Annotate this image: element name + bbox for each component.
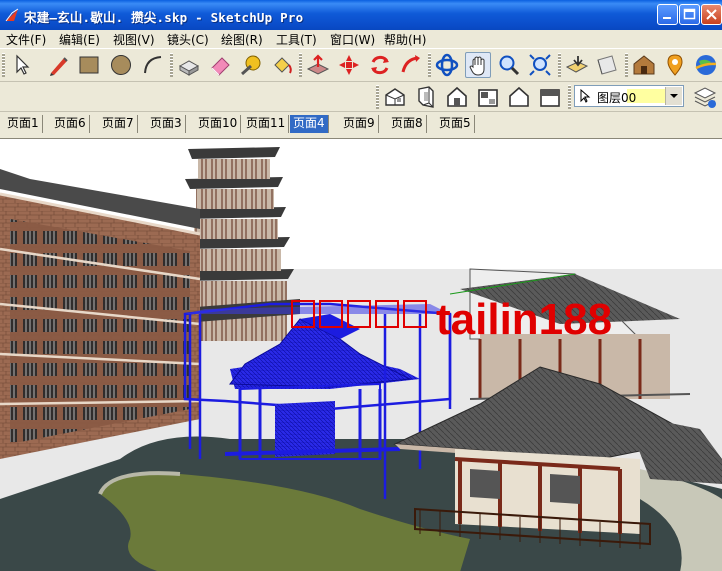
- sketchup-app-icon[interactable]: [4, 7, 20, 23]
- toolbar-grip[interactable]: [428, 53, 431, 77]
- scene-tabs: 页面1 页面6 页面7 页面3 页面10 页面11 页面4 页面9 页面8 页面…: [0, 112, 722, 134]
- tab-scene[interactable]: 页面9: [340, 115, 379, 133]
- minimize-button[interactable]: [657, 4, 678, 25]
- chevron-down-icon: [670, 94, 678, 98]
- left-view-icon[interactable]: [537, 84, 563, 110]
- menu-window[interactable]: 窗口(W): [330, 31, 375, 48]
- maximize-button[interactable]: [679, 4, 700, 25]
- tab-scene[interactable]: 页面8: [388, 115, 427, 133]
- main-toolbar: [0, 48, 722, 82]
- maximize-icon: [683, 8, 696, 20]
- menu-camera[interactable]: 镜头(C): [167, 31, 209, 48]
- toolbar-grip[interactable]: [376, 85, 379, 109]
- model-viewport[interactable]: tailin188: [0, 138, 722, 571]
- push-pull-icon[interactable]: [305, 52, 331, 78]
- rotate-icon[interactable]: [367, 52, 393, 78]
- menu-view[interactable]: 视图(V): [113, 31, 155, 48]
- tab-scene[interactable]: 页面7: [99, 115, 138, 133]
- eraser-icon[interactable]: [207, 52, 233, 78]
- right-view-icon[interactable]: [475, 84, 501, 110]
- close-button[interactable]: [701, 4, 722, 25]
- tab-scene[interactable]: 页面3: [147, 115, 186, 133]
- zoom-icon[interactable]: [496, 52, 522, 78]
- menu-edit[interactable]: 编辑(E): [59, 31, 100, 48]
- offset-icon[interactable]: [564, 52, 590, 78]
- rectangle-icon[interactable]: [76, 52, 102, 78]
- add-location-icon[interactable]: [662, 52, 688, 78]
- google-earth-icon[interactable]: [693, 52, 719, 78]
- close-icon: [706, 9, 717, 20]
- select-arrow-icon[interactable]: [8, 52, 34, 78]
- dropdown-button[interactable]: [665, 87, 682, 105]
- tab-scene[interactable]: 页面11: [243, 115, 290, 133]
- circle-icon[interactable]: [108, 52, 134, 78]
- layer-name: 图层00: [597, 91, 637, 105]
- toolbar-grip[interactable]: [568, 85, 571, 109]
- toolbar-grip[interactable]: [625, 53, 628, 77]
- views-toolbar: 图层00: [0, 82, 722, 112]
- paint-bucket-icon[interactable]: [269, 52, 295, 78]
- minimize-icon: [663, 17, 671, 19]
- pencil-icon[interactable]: [46, 52, 72, 78]
- move-icon[interactable]: [336, 52, 362, 78]
- menu-bar: 文件(F) 编辑(E) 视图(V) 镜头(C) 绘图(R) 工具(T) 窗口(W…: [0, 30, 722, 48]
- tab-scene[interactable]: 页面1: [4, 115, 43, 133]
- iso-view-icon[interactable]: [382, 84, 408, 110]
- front-view-icon[interactable]: [444, 84, 470, 110]
- tab-scene-active[interactable]: 页面4: [290, 115, 329, 133]
- zoom-extents-icon[interactable]: [527, 52, 553, 78]
- window-title: 宋建—玄山.歇山. 攒尖.skp - SketchUp Pro: [24, 10, 304, 25]
- toolbar-grip[interactable]: [170, 53, 173, 77]
- follow-me-icon[interactable]: [398, 52, 424, 78]
- arc-icon[interactable]: [140, 52, 166, 78]
- tab-scene[interactable]: 页面6: [51, 115, 90, 133]
- tab-scene[interactable]: 页面10: [195, 115, 242, 133]
- warehouse-icon[interactable]: [631, 52, 657, 78]
- multi-storey-building: [0, 169, 201, 459]
- cursor-arrow-icon: [580, 89, 591, 103]
- layers-manager-icon[interactable]: [692, 84, 718, 110]
- pan-icon[interactable]: [465, 52, 491, 78]
- section-plane-icon[interactable]: [594, 52, 620, 78]
- toolbar-grip[interactable]: [299, 53, 302, 77]
- make-component-icon[interactable]: [176, 52, 202, 78]
- menu-tools[interactable]: 工具(T): [276, 31, 317, 48]
- back-view-icon[interactable]: [506, 84, 532, 110]
- top-view-icon[interactable]: [413, 84, 439, 110]
- orbit-icon[interactable]: [434, 52, 460, 78]
- menu-help[interactable]: 帮助(H): [384, 31, 426, 48]
- title-bar: 宋建—玄山.歇山. 攒尖.skp - SketchUp Pro: [0, 0, 722, 30]
- watermark-text: tailin188: [436, 295, 612, 344]
- tab-scene[interactable]: 页面5: [436, 115, 475, 133]
- menu-file[interactable]: 文件(F): [6, 31, 46, 48]
- layer-dropdown[interactable]: 图层00: [574, 85, 684, 107]
- tape-measure-icon[interactable]: [238, 52, 264, 78]
- toolbar-grip[interactable]: [2, 53, 5, 77]
- toolbar-grip[interactable]: [558, 53, 561, 77]
- menu-draw[interactable]: 绘图(R): [221, 31, 263, 48]
